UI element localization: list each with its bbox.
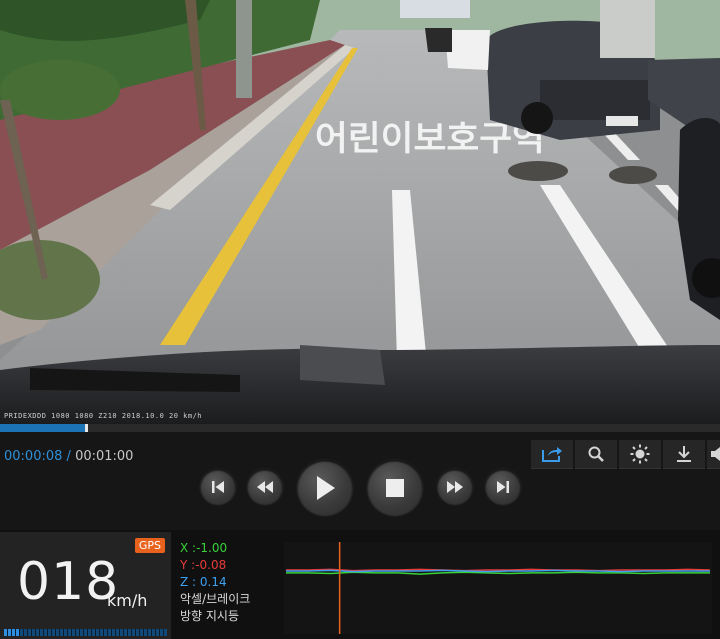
stop-button[interactable] (367, 460, 423, 516)
speed-value: 018 (17, 552, 120, 612)
volume-button[interactable] (707, 440, 720, 469)
speed-meter (4, 629, 167, 636)
volume-icon (711, 447, 720, 461)
stop-icon (386, 479, 404, 497)
seek-bar[interactable] (0, 424, 720, 432)
play-icon (317, 476, 335, 500)
play-button[interactable] (297, 460, 353, 516)
skip-previous-icon (212, 481, 224, 493)
seek-handle[interactable] (85, 424, 89, 432)
rewind-icon (257, 481, 273, 493)
skip-previous-button[interactable] (200, 469, 236, 505)
gps-badge: GPS (134, 538, 165, 553)
speed-unit: km/h (107, 591, 148, 610)
video-frame[interactable]: 어린이보호구역 PRIDEXDDD 1080 1080 Z210 2018.10… (0, 0, 720, 425)
skip-next-icon (497, 481, 509, 493)
playback-controls: 00:00:08 / 00:01:00 (0, 432, 720, 530)
zoom-button[interactable] (575, 440, 617, 469)
fast-forward-icon (447, 481, 463, 493)
status-panel: GPS 018 km/h X :-1.00 Y :-0.08 Z : 0.14 … (0, 530, 720, 639)
export-button[interactable] (531, 440, 573, 469)
accel-y: Y :-0.08 (180, 558, 227, 572)
brightness-icon (630, 444, 650, 464)
skip-next-button[interactable] (485, 469, 521, 505)
export-icon (542, 447, 562, 462)
rewind-button[interactable] (247, 469, 283, 505)
speed-meter-fill (4, 629, 21, 636)
time-display: 00:00:08 / 00:01:00 (4, 449, 133, 464)
graph-background (284, 542, 712, 634)
dashcam-scene: 어린이보호구역 (0, 0, 720, 425)
total-time: 00:01:00 (75, 449, 134, 464)
g-sensor-graph[interactable] (284, 542, 712, 634)
accel-x: X :-1.00 (180, 541, 228, 555)
seek-progress (0, 424, 87, 432)
time-separator: / (66, 449, 71, 464)
fast-forward-button[interactable] (437, 469, 473, 505)
toolbar (531, 440, 720, 469)
brightness-button[interactable] (619, 440, 661, 469)
video-caption: PRIDEXDDD 1080 1080 Z210 2018.10.0 20 km… (4, 412, 203, 420)
current-time: 00:00:08 (4, 449, 63, 464)
accel-z: Z : 0.14 (180, 575, 227, 589)
accel-brake-label: 악셀/브레이크 (180, 592, 251, 606)
turn-signal-label: 방향 지시등 (180, 609, 240, 623)
zoom-icon (588, 446, 604, 462)
speed-panel: GPS 018 km/h (0, 532, 171, 639)
accelerometer-readout: X :-1.00 Y :-0.08 Z : 0.14 악셀/브레이크 방향 지시… (180, 540, 250, 625)
download-button[interactable] (663, 440, 705, 469)
download-icon (677, 446, 691, 462)
